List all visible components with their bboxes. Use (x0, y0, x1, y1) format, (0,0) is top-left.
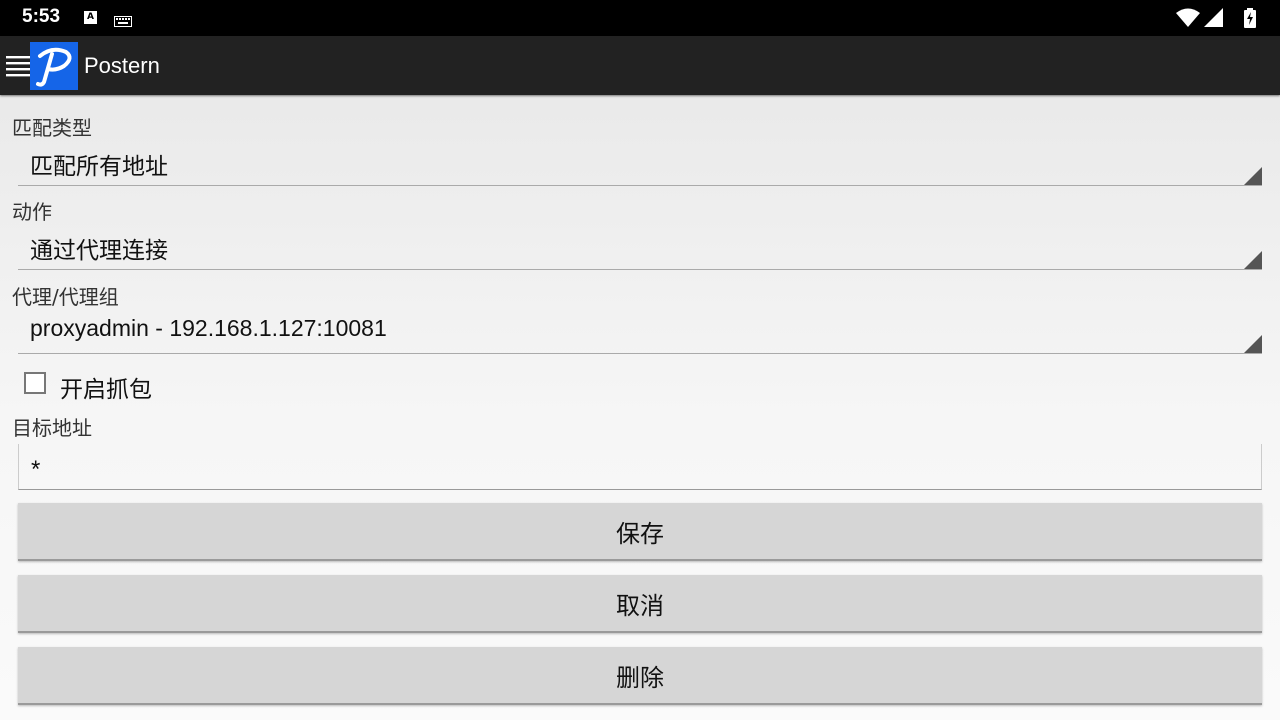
match-type-value: 匹配所有地址 (30, 153, 168, 179)
target-address-input[interactable] (18, 444, 1262, 490)
dropdown-arrow-icon (1244, 335, 1262, 353)
postern-logo-icon[interactable] (30, 42, 78, 90)
dropdown-arrow-icon (1244, 167, 1262, 185)
proxy-label: 代理/代理组 (12, 285, 119, 309)
action-dropdown[interactable]: 通过代理连接 (18, 225, 1262, 270)
app-title: Postern (84, 53, 160, 78)
status-time: 5:53 (22, 6, 61, 27)
cellular-signal-icon (1204, 8, 1223, 27)
save-button[interactable]: 保存 (18, 503, 1262, 561)
capture-checkbox-row[interactable]: 开启抓包 (18, 366, 318, 403)
keyboard-icon (114, 12, 132, 31)
app-bar: Postern (0, 36, 1280, 95)
action-label: 动作 (12, 200, 52, 224)
status-bar: 5:53 A (0, 0, 1280, 36)
cancel-button[interactable]: 取消 (18, 575, 1262, 633)
match-type-dropdown[interactable]: 匹配所有地址 (18, 141, 1262, 186)
capture-checkbox-label: 开启抓包 (60, 377, 152, 403)
menu-icon[interactable] (6, 55, 30, 81)
match-type-label: 匹配类型 (12, 116, 92, 140)
dropdown-arrow-icon (1244, 251, 1262, 269)
capture-checkbox[interactable] (24, 372, 46, 394)
a-icon: A (84, 11, 97, 24)
battery-charging-icon (1244, 8, 1256, 28)
proxy-value: proxyadmin - 192.168.1.127:10081 (30, 315, 387, 341)
delete-button[interactable]: 删除 (18, 647, 1262, 705)
proxy-dropdown[interactable]: proxyadmin - 192.168.1.127:10081 (18, 309, 1262, 354)
wifi-icon (1176, 8, 1200, 27)
action-value: 通过代理连接 (30, 237, 168, 263)
target-address-label: 目标地址 (12, 416, 92, 440)
